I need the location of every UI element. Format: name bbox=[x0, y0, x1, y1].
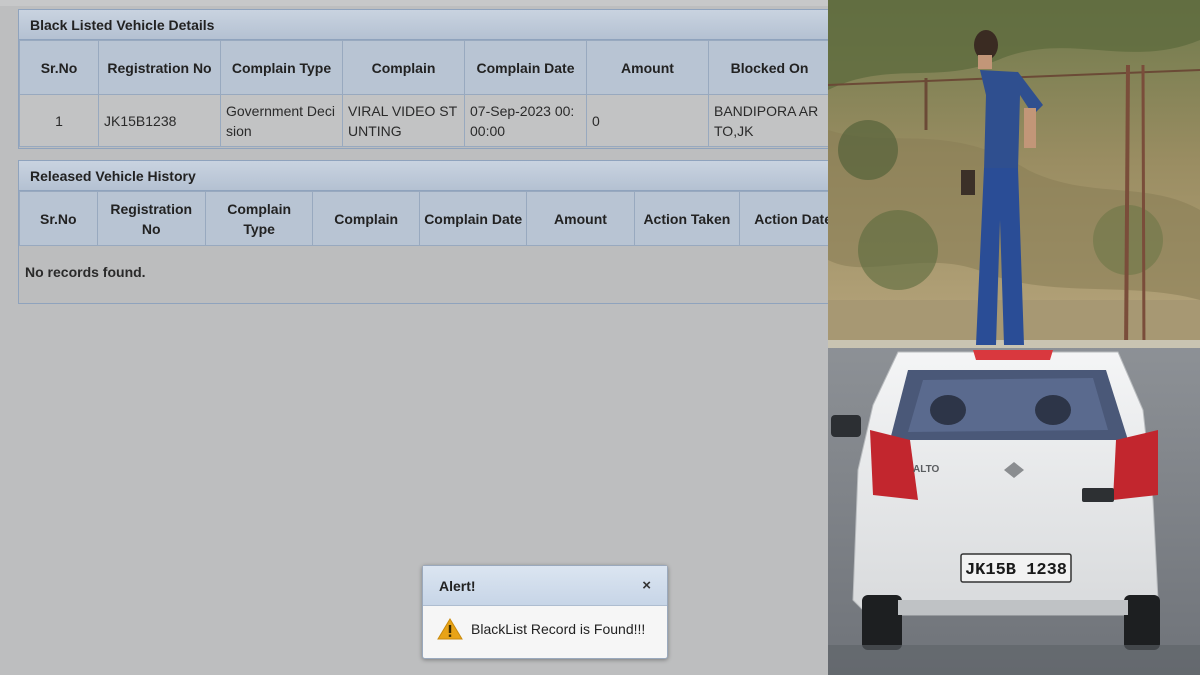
col-header-blocked-on: Blocked On bbox=[708, 40, 828, 95]
cell-blocked-on: BANDIPORA ARTO,JK bbox=[708, 94, 828, 147]
car-badge: ALTO bbox=[913, 464, 940, 475]
alert-message: BlackList Record is Found!!! bbox=[471, 621, 646, 637]
cell-complain-type: Government Decision bbox=[220, 94, 343, 147]
col-header-amount: Amount bbox=[526, 191, 635, 246]
col-header-complain: Complain bbox=[342, 40, 465, 95]
blacklisted-vehicle-panel: Black Listed Vehicle Details Sr.No Regis… bbox=[18, 9, 828, 149]
blacklisted-header-row: Sr.No Registration No Complain Type Comp… bbox=[19, 40, 828, 95]
cell-complain: VIRAL VIDEO STUNTING bbox=[342, 94, 465, 147]
released-table: Sr.No Registration No Complain Type Comp… bbox=[19, 191, 828, 246]
col-header-complain-date: Complain Date bbox=[464, 40, 587, 95]
col-header-registration-no: Registration No bbox=[96, 191, 206, 246]
released-header-row: Sr.No Registration No Complain Type Comp… bbox=[19, 191, 828, 246]
col-header-action-date: Action Date bbox=[739, 191, 828, 246]
released-vehicle-panel: Released Vehicle History Sr.No Registrat… bbox=[18, 160, 828, 304]
cell-registration-no: JK15B1238 bbox=[98, 94, 221, 147]
license-plate: JK15B 1238 bbox=[965, 561, 1067, 580]
white-car: ALTO JK15B 1238 bbox=[831, 350, 1160, 650]
alert-body: BlackList Record is Found!!! bbox=[423, 606, 667, 652]
top-strip bbox=[0, 0, 828, 6]
col-header-sr-no: Sr.No bbox=[19, 191, 98, 246]
alert-dialog: Alert! × BlackList Record is Found!!! bbox=[422, 565, 668, 659]
warning-icon bbox=[437, 618, 463, 640]
col-header-amount: Amount bbox=[586, 40, 709, 95]
vehicle-status-page: Black Listed Vehicle Details Sr.No Regis… bbox=[0, 0, 828, 675]
alert-title: Alert! bbox=[439, 577, 476, 594]
vehicle-photo: ALTO JK15B 1238 bbox=[828, 0, 1200, 675]
table-row: 1 JK15B1238 Government Decision VIRAL VI… bbox=[19, 94, 828, 147]
blacklisted-table: Sr.No Registration No Complain Type Comp… bbox=[19, 40, 828, 147]
col-header-sr-no: Sr.No bbox=[19, 40, 99, 95]
col-header-complain-date: Complain Date bbox=[418, 191, 528, 246]
alert-header: Alert! × bbox=[423, 566, 667, 606]
cell-amount: 0 bbox=[586, 94, 709, 147]
blacklisted-panel-title: Black Listed Vehicle Details bbox=[19, 10, 828, 40]
col-header-complain: Complain bbox=[312, 191, 420, 246]
col-header-registration-no: Registration No bbox=[98, 40, 221, 95]
col-header-complain-type: Complain Type bbox=[204, 191, 314, 246]
cell-complain-date: 07-Sep-2023 00:00:00 bbox=[464, 94, 587, 147]
no-records-message: No records found. bbox=[25, 264, 146, 280]
released-panel-title: Released Vehicle History bbox=[19, 161, 828, 191]
col-header-complain-type: Complain Type bbox=[220, 40, 343, 95]
col-header-action-taken: Action Taken bbox=[633, 191, 741, 246]
close-icon[interactable]: × bbox=[642, 577, 651, 594]
cell-sr-no: 1 bbox=[19, 94, 99, 147]
